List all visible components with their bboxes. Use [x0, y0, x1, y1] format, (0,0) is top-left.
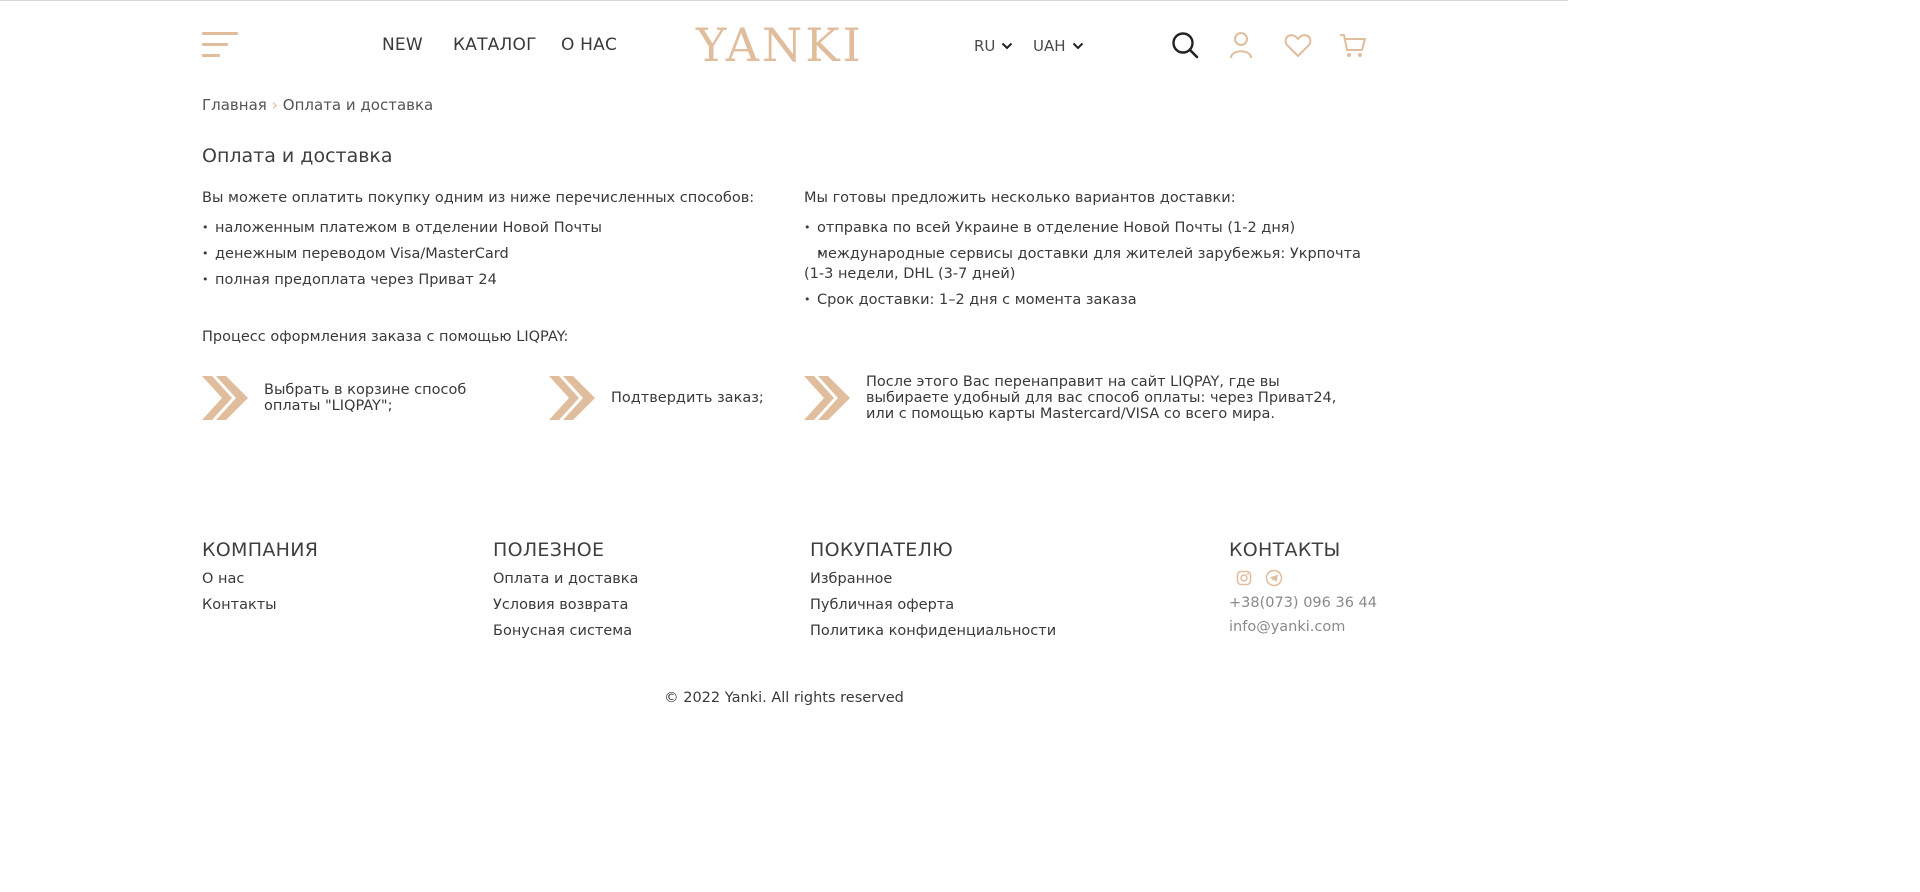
footer-link-contacts[interactable]: Контакты	[202, 595, 318, 615]
footer-company: КОМПАНИЯ О нас Контакты	[202, 539, 318, 621]
list-item: полная предоплата через Приват 24	[202, 270, 782, 290]
payment-section: Вы можете оплатить покупку одним из ниже…	[202, 188, 782, 296]
menu-icon[interactable]	[202, 32, 238, 60]
delivery-list: отправка по всей Украине в отделение Нов…	[804, 218, 1366, 310]
process-title: Процесс оформления заказа с помощью LIQP…	[202, 329, 569, 345]
social-links	[1235, 569, 1377, 587]
site-header: NEW КАТАЛОГ О НАС YANKI RU UAH	[0, 0, 1568, 90]
chevron-down-icon	[1002, 42, 1013, 50]
page-title: Оплата и доставка	[202, 145, 393, 167]
footer-heading: ПОКУПАТЕЛЮ	[810, 539, 954, 561]
currency-value: UAH	[1033, 37, 1066, 55]
contact-email[interactable]: info@yanki.com	[1229, 617, 1377, 637]
user-icon[interactable]	[1226, 30, 1256, 60]
step-number: 02	[551, 391, 565, 402]
logo[interactable]: YANKI	[696, 17, 864, 73]
footer-link-favorites[interactable]: Избранное	[810, 569, 1056, 589]
step-text: Выбрать в корзине способ оплаты "LIQPAY"…	[264, 382, 467, 414]
breadcrumb-current: Оплата и доставка	[282, 96, 434, 114]
delivery-intro: Мы готовы предложить несколько вариантов…	[804, 190, 1236, 206]
step-arrow-icon: 03	[804, 372, 852, 424]
delivery-section: Мы готовы предложить несколько вариантов…	[804, 188, 1366, 316]
footer-heading: КОНТАКТЫ	[1229, 539, 1341, 561]
chevron-down-icon	[1072, 42, 1083, 50]
list-item: Срок доставки: 1–2 дня с момента заказа	[804, 290, 1366, 310]
footer-buyer: ПОКУПАТЕЛЮ Избранное Публичная оферта По…	[810, 539, 1056, 647]
footer-heading: КОМПАНИЯ	[202, 539, 319, 561]
instagram-icon[interactable]	[1235, 569, 1253, 587]
process-step-2: 02 Подтвердить заказ;	[549, 372, 791, 424]
search-icon[interactable]	[1170, 30, 1200, 60]
footer-useful: ПОЛЕЗНОЕ Оплата и доставка Условия возвр…	[493, 539, 638, 647]
step-number: 03	[806, 391, 820, 402]
list-item: денежным переводом Visa/MasterCard	[202, 244, 782, 264]
heart-icon[interactable]	[1283, 30, 1313, 60]
payment-list: наложенным платежом в отделении Новой По…	[202, 218, 782, 290]
nav-about[interactable]: О НАС	[561, 35, 617, 55]
telegram-icon[interactable]	[1265, 569, 1283, 587]
copyright: © 2022 Yanki. All rights reserved	[664, 690, 904, 706]
step-text: Подтвердить заказ;	[611, 390, 764, 406]
footer-link-offer[interactable]: Публичная оферта	[810, 595, 1056, 615]
footer-link-bonus[interactable]: Бонусная система	[493, 621, 638, 641]
footer-contacts: КОНТАКТЫ +38(073) 096 36 44 info@yanki.c…	[1229, 539, 1377, 641]
language-select[interactable]: RU	[974, 37, 1013, 55]
language-value: RU	[974, 37, 996, 55]
footer-heading: ПОЛЕЗНОЕ	[493, 539, 605, 561]
payment-intro: Вы можете оплатить покупку одним из ниже…	[202, 190, 755, 206]
step-arrow-icon: 01	[202, 372, 250, 424]
breadcrumb-separator: ›	[271, 96, 278, 114]
nav-catalog[interactable]: КАТАЛОГ	[453, 35, 537, 55]
breadcrumb-home[interactable]: Главная	[202, 96, 267, 114]
footer-link-about[interactable]: О нас	[202, 569, 318, 589]
contact-phone[interactable]: +38(073) 096 36 44	[1229, 593, 1377, 613]
step-arrow-icon: 02	[549, 372, 597, 424]
list-item: международные сервисы доставки для жител…	[804, 244, 1366, 284]
step-text: После этого Вас перенаправит на сайт LIQ…	[866, 374, 1337, 422]
footer-link-returns[interactable]: Условия возврата	[493, 595, 638, 615]
process-step-3: 03 После этого Вас перенаправит на сайт …	[804, 372, 1346, 424]
cart-icon[interactable]	[1338, 30, 1368, 60]
footer-link-privacy[interactable]: Политика конфиденциальности	[810, 621, 1056, 641]
list-item: отправка по всей Украине в отделение Нов…	[804, 218, 1366, 238]
nav-new[interactable]: NEW	[382, 35, 423, 55]
currency-select[interactable]: UAH	[1033, 37, 1084, 55]
step-number: 01	[204, 391, 218, 402]
footer-link-payment-delivery[interactable]: Оплата и доставка	[493, 569, 638, 589]
list-item: наложенным платежом в отделении Новой По…	[202, 218, 782, 238]
process-step-1: 01 Выбрать в корзине способ оплаты "LIQP…	[202, 372, 494, 424]
breadcrumb: Главная › Оплата и доставка	[202, 96, 433, 114]
